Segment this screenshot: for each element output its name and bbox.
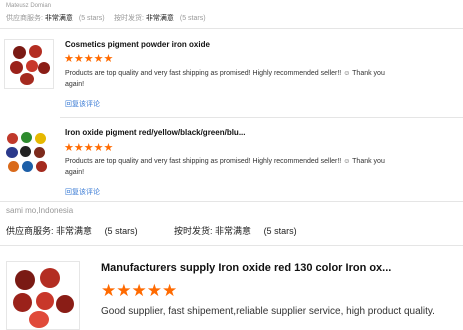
- reviewer-name: Mateusz Domian: [6, 3, 52, 9]
- shipping-stars: (5 stars): [263, 226, 297, 236]
- pigment-swatch: [8, 161, 19, 172]
- rating-stars: ★★★★★: [101, 281, 178, 300]
- pigment-swatch: [36, 292, 54, 310]
- divider: [0, 28, 463, 29]
- pigment-swatch: [15, 270, 35, 290]
- review-text: Products are top quality and very fast s…: [65, 158, 385, 176]
- shipping-value: 非常满意: [215, 226, 252, 236]
- divider: [0, 245, 463, 246]
- pigment-swatch: [38, 62, 50, 74]
- reply-link[interactable]: 回复该评论: [65, 99, 100, 109]
- pigment-swatch: [40, 268, 60, 288]
- supplier-service-value: 非常满意: [44, 15, 73, 22]
- pigment-swatch: [26, 60, 38, 72]
- shipping-label: 按时发货:: [114, 15, 144, 22]
- pigment-swatch: [34, 147, 45, 158]
- pigment-swatch: [13, 293, 32, 312]
- pigment-swatch: [7, 133, 18, 144]
- supplier-service-label: 供应商服务:: [6, 226, 54, 236]
- product-title[interactable]: Iron oxide pigment red/yellow/black/gree…: [65, 128, 445, 137]
- review-text: Good supplier, fast shipement,reliable s…: [101, 306, 435, 317]
- supplier-service-rating: 供应商服务: 非常满意 (5 stars): [6, 13, 105, 23]
- supplier-service-label: 供应商服务:: [6, 15, 43, 22]
- rating-stars: ★★★★★: [64, 142, 114, 154]
- reply-link[interactable]: 回复该评论: [65, 187, 100, 197]
- pigment-swatch: [10, 61, 23, 74]
- product-title[interactable]: Cosmetics pigment powder iron oxide: [65, 40, 445, 49]
- pigment-swatch: [22, 161, 33, 172]
- shipping-stars: (5 stars): [179, 15, 206, 22]
- pigment-swatch: [29, 311, 49, 328]
- pigment-swatch: [6, 147, 18, 158]
- shipping-value: 非常满意: [145, 15, 174, 22]
- supplier-service-stars: (5 stars): [78, 15, 105, 22]
- pigment-swatch: [13, 46, 26, 59]
- shipping-rating: 按时发货: 非常满意 (5 stars): [174, 224, 297, 237]
- pigment-swatch: [35, 133, 46, 144]
- pigment-swatch: [20, 146, 31, 157]
- divider: [0, 201, 463, 202]
- product-thumbnail[interactable]: [4, 39, 54, 89]
- pigment-swatch: [20, 73, 34, 85]
- pigment-swatch: [36, 161, 47, 172]
- rating-stars: ★★★★★: [64, 53, 114, 65]
- review-text: Products are top quality and very fast s…: [65, 70, 385, 88]
- supplier-service-value: 非常满意: [56, 226, 93, 236]
- shipping-rating: 按时发货: 非常满意 (5 stars): [114, 13, 206, 23]
- pigment-swatch: [21, 132, 32, 143]
- pigment-swatch: [29, 45, 42, 58]
- supplier-service-stars: (5 stars): [104, 226, 138, 236]
- supplier-service-rating: 供应商服务: 非常满意 (5 stars): [6, 224, 138, 237]
- pigment-swatch: [56, 295, 74, 313]
- product-title[interactable]: Manufacturers supply Iron oxide red 130 …: [101, 262, 456, 274]
- product-thumbnail[interactable]: [4, 129, 54, 177]
- divider: [60, 117, 463, 118]
- reviewer-name: sami mo,Indonesia: [6, 206, 74, 215]
- shipping-label: 按时发货:: [174, 226, 213, 236]
- product-thumbnail[interactable]: [6, 261, 80, 330]
